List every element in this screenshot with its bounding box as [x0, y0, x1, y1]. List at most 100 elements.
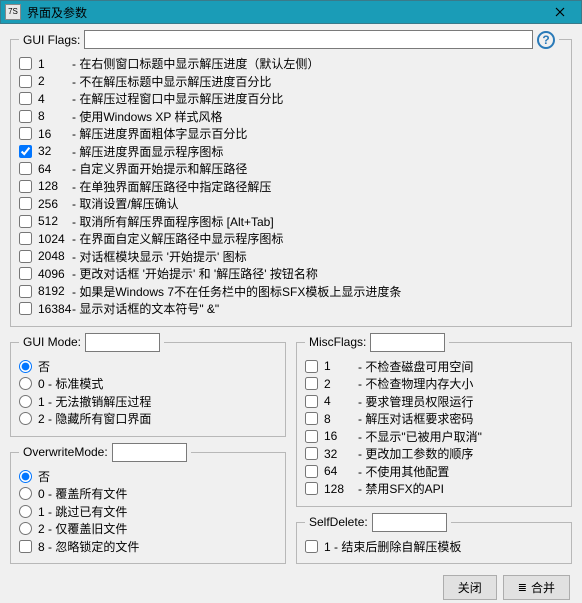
gui-flag-32-text: - 解压进度界面显示程序图标	[72, 143, 223, 160]
gui-mode-2-radio[interactable]	[19, 395, 32, 408]
misc-flag-128-text: - 禁用SFX的API	[358, 480, 444, 497]
overwrite-mode-group: OverwriteMode: 否0 - 覆盖所有文件1 - 跳过已有文件2 - …	[10, 443, 286, 565]
gui-mode-1-text: 0 - 标准模式	[38, 375, 103, 392]
misc-flag-8-row[interactable]: 8- 解压对话框要求密码	[305, 410, 563, 428]
gui-flag-256-row[interactable]: 256- 取消设置/解压确认	[19, 195, 563, 213]
misc-flag-2-text: - 不检查物理内存大小	[358, 375, 473, 392]
misc-flag-16-row[interactable]: 16- 不显示"已被用户取消"	[305, 428, 563, 446]
gui-flag-256-text: - 取消设置/解压确认	[72, 195, 179, 212]
self-delete-0-row[interactable]: 1 - 结束后删除自解压模板	[305, 538, 563, 556]
gui-flag-1-checkbox[interactable]	[19, 57, 32, 70]
overwrite-3-radio[interactable]	[19, 522, 32, 535]
gui-flag-4096-checkbox[interactable]	[19, 267, 32, 280]
gui-flag-64-row[interactable]: 64- 自定义界面开始提示和解压路径	[19, 160, 563, 178]
gui-flag-4-num: 4	[38, 92, 72, 106]
self-delete-0-text: 1 - 结束后删除自解压模板	[324, 538, 461, 555]
misc-flag-1-checkbox[interactable]	[305, 360, 318, 373]
gui-flag-32-row[interactable]: 32- 解压进度界面显示程序图标	[19, 143, 563, 161]
gui-flag-512-text: - 取消所有解压界面程序图标 [Alt+Tab]	[72, 213, 274, 230]
close-window-button[interactable]	[539, 1, 581, 23]
help-icon[interactable]: ?	[537, 31, 555, 49]
gui-flag-16384-checkbox[interactable]	[19, 302, 32, 315]
overwrite-0-radio[interactable]	[19, 470, 32, 483]
gui-flag-128-row[interactable]: 128- 在单独界面解压路径中指定路径解压	[19, 178, 563, 196]
misc-flag-128-num: 128	[324, 482, 358, 496]
overwrite-1-row[interactable]: 0 - 覆盖所有文件	[19, 485, 277, 503]
gui-flag-4-checkbox[interactable]	[19, 92, 32, 105]
misc-flag-2-row[interactable]: 2- 不检查物理内存大小	[305, 375, 563, 393]
gui-flag-512-row[interactable]: 512- 取消所有解压界面程序图标 [Alt+Tab]	[19, 213, 563, 231]
misc-flag-8-text: - 解压对话框要求密码	[358, 410, 473, 427]
overwrite-2-row[interactable]: 1 - 跳过已有文件	[19, 503, 277, 521]
gui-flags-label: GUI Flags:	[23, 33, 80, 47]
misc-flag-2-checkbox[interactable]	[305, 377, 318, 390]
gui-flag-1-row[interactable]: 1- 在右侧窗口标题中显示解压进度（默认左侧）	[19, 55, 563, 73]
misc-flags-input[interactable]	[370, 333, 445, 352]
misc-flag-4-checkbox[interactable]	[305, 395, 318, 408]
misc-flags-label: MiscFlags:	[309, 335, 366, 349]
overwrite-0-row[interactable]: 否	[19, 468, 277, 486]
gui-flag-16-row[interactable]: 16- 解压进度界面粗体字显示百分比	[19, 125, 563, 143]
misc-flag-32-row[interactable]: 32- 更改加工参数的顺序	[305, 445, 563, 463]
self-delete-input[interactable]	[372, 513, 447, 532]
gui-mode-input[interactable]	[85, 333, 160, 352]
gui-flag-8192-row[interactable]: 8192- 如果是Windows 7不在任务栏中的图标SFX模板上显示进度条	[19, 283, 563, 301]
gui-flag-1024-checkbox[interactable]	[19, 232, 32, 245]
gui-mode-3-row[interactable]: 2 - 隐藏所有窗口界面	[19, 410, 277, 428]
misc-flag-8-checkbox[interactable]	[305, 412, 318, 425]
gui-flag-128-checkbox[interactable]	[19, 180, 32, 193]
gui-mode-2-row[interactable]: 1 - 无法撤销解压过程	[19, 393, 277, 411]
gui-flag-4096-row[interactable]: 4096- 更改对话框 '开始提示' 和 '解压路径' 按钮名称	[19, 265, 563, 283]
misc-flag-64-checkbox[interactable]	[305, 465, 318, 478]
gui-flag-8-checkbox[interactable]	[19, 110, 32, 123]
misc-flag-16-checkbox[interactable]	[305, 430, 318, 443]
gui-flag-2048-checkbox[interactable]	[19, 250, 32, 263]
overwrite-1-radio[interactable]	[19, 487, 32, 500]
gui-flag-16-checkbox[interactable]	[19, 127, 32, 140]
gui-mode-0-text: 否	[38, 358, 50, 375]
overwrite-3-row[interactable]: 2 - 仅覆盖旧文件	[19, 520, 277, 538]
close-button[interactable]: 关闭	[443, 575, 497, 600]
gui-mode-3-radio[interactable]	[19, 412, 32, 425]
gui-mode-0-radio[interactable]	[19, 360, 32, 373]
self-delete-0-checkbox[interactable]	[305, 540, 318, 553]
gui-flag-64-checkbox[interactable]	[19, 162, 32, 175]
overwrite-4-checkbox[interactable]	[19, 540, 32, 553]
gui-mode-1-radio[interactable]	[19, 377, 32, 390]
gui-flag-8192-checkbox[interactable]	[19, 285, 32, 298]
gui-flag-2-row[interactable]: 2- 不在解压标题中显示解压进度百分比	[19, 73, 563, 91]
merge-button[interactable]: ≣ 合并	[503, 575, 570, 600]
footer: 关闭 ≣ 合并	[10, 570, 572, 603]
misc-flag-64-row[interactable]: 64- 不使用其他配置	[305, 463, 563, 481]
gui-flag-16-num: 16	[38, 127, 72, 141]
gui-flag-32-checkbox[interactable]	[19, 145, 32, 158]
gui-flags-input[interactable]	[84, 30, 533, 49]
gui-flag-2-checkbox[interactable]	[19, 75, 32, 88]
gui-flag-16384-text: - 显示对话框的文本符号" &"	[72, 300, 219, 317]
gui-flag-8-row[interactable]: 8- 使用Windows XP 样式风格	[19, 108, 563, 126]
gui-flag-1024-row[interactable]: 1024- 在界面自定义解压路径中显示程序图标	[19, 230, 563, 248]
overwrite-mode-input[interactable]	[112, 443, 187, 462]
misc-flag-8-num: 8	[324, 412, 358, 426]
overwrite-4-row[interactable]: 8 - 忽略锁定的文件	[19, 538, 277, 556]
gui-flag-256-checkbox[interactable]	[19, 197, 32, 210]
gui-flag-2048-row[interactable]: 2048- 对话框模块显示 '开始提示' 图标	[19, 248, 563, 266]
close-button-label: 关闭	[458, 579, 482, 596]
gui-mode-0-row[interactable]: 否	[19, 358, 277, 376]
gui-flag-512-num: 512	[38, 214, 72, 228]
gui-flag-64-text: - 自定义界面开始提示和解压路径	[72, 160, 247, 177]
misc-flag-128-checkbox[interactable]	[305, 482, 318, 495]
gui-mode-1-row[interactable]: 0 - 标准模式	[19, 375, 277, 393]
misc-flag-4-row[interactable]: 4- 要求管理员权限运行	[305, 393, 563, 411]
gui-flag-4096-text: - 更改对话框 '开始提示' 和 '解压路径' 按钮名称	[72, 265, 318, 282]
gui-flag-1-num: 1	[38, 57, 72, 71]
gui-flag-8-text: - 使用Windows XP 样式风格	[72, 108, 222, 125]
gui-flag-512-checkbox[interactable]	[19, 215, 32, 228]
misc-flag-1-row[interactable]: 1- 不检查磁盘可用空间	[305, 358, 563, 376]
misc-flag-32-checkbox[interactable]	[305, 447, 318, 460]
gui-flag-4-row[interactable]: 4- 在解压过程窗口中显示解压进度百分比	[19, 90, 563, 108]
gui-flag-16384-row[interactable]: 16384- 显示对话框的文本符号" &"	[19, 300, 563, 318]
overwrite-2-radio[interactable]	[19, 505, 32, 518]
gui-flag-128-num: 128	[38, 179, 72, 193]
misc-flag-128-row[interactable]: 128- 禁用SFX的API	[305, 480, 563, 498]
